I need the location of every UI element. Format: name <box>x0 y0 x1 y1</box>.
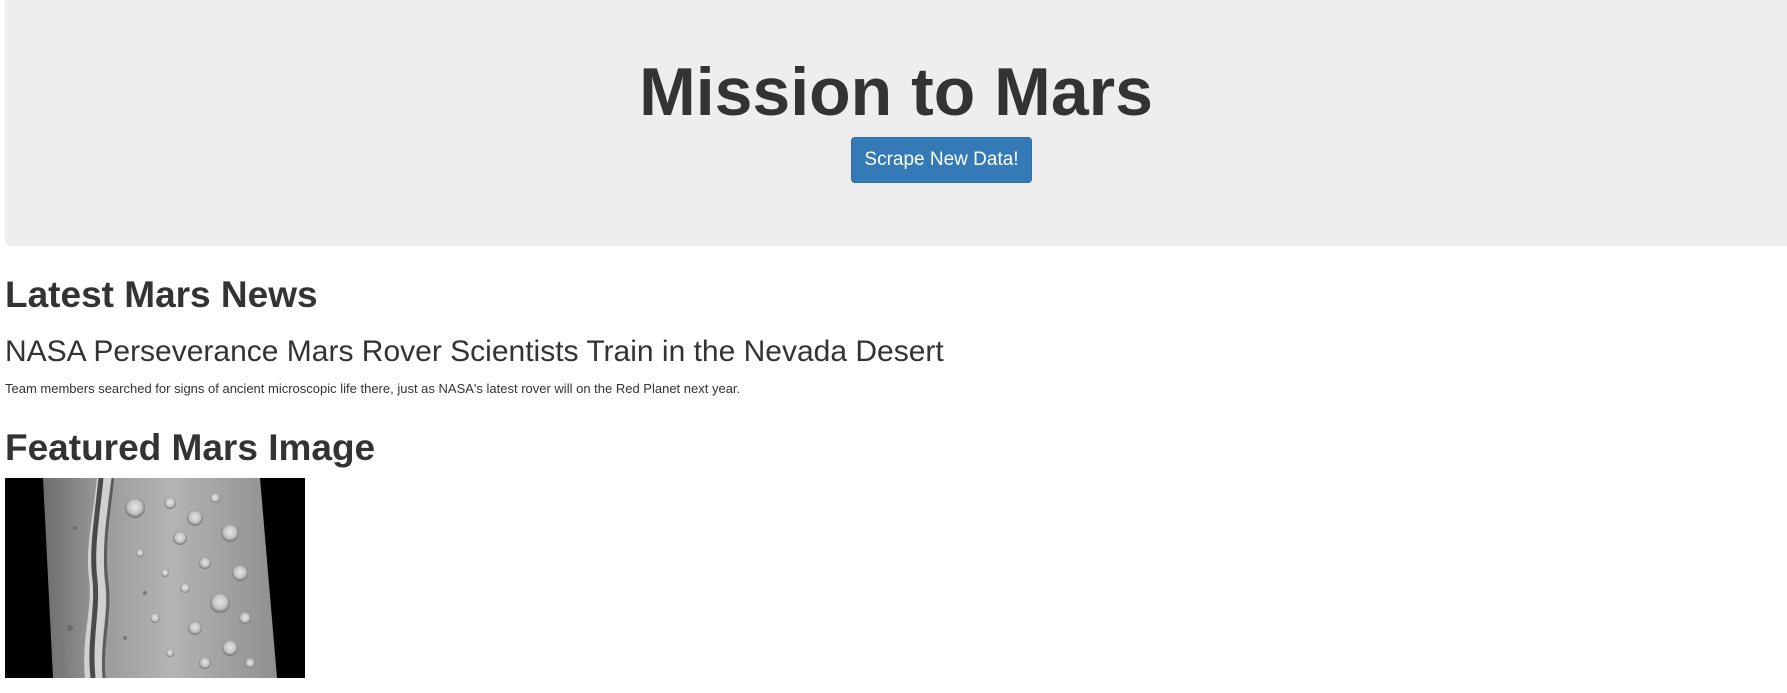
latest-news-heading: Latest Mars News <box>5 274 318 315</box>
featured-image-heading: Featured Mars Image <box>5 427 376 468</box>
mars-terrain-picture <box>5 478 305 678</box>
featured-mars-image <box>5 478 305 678</box>
page-title: Mission to Mars <box>639 54 1153 130</box>
scrape-new-data-button[interactable]: Scrape New Data! <box>851 137 1032 183</box>
news-headline: NASA Perseverance Mars Rover Scientists … <box>5 335 944 368</box>
news-teaser: Team members searched for signs of ancie… <box>5 381 741 396</box>
header-jumbotron: Mission to Mars Scrape New Data! <box>5 0 1787 246</box>
